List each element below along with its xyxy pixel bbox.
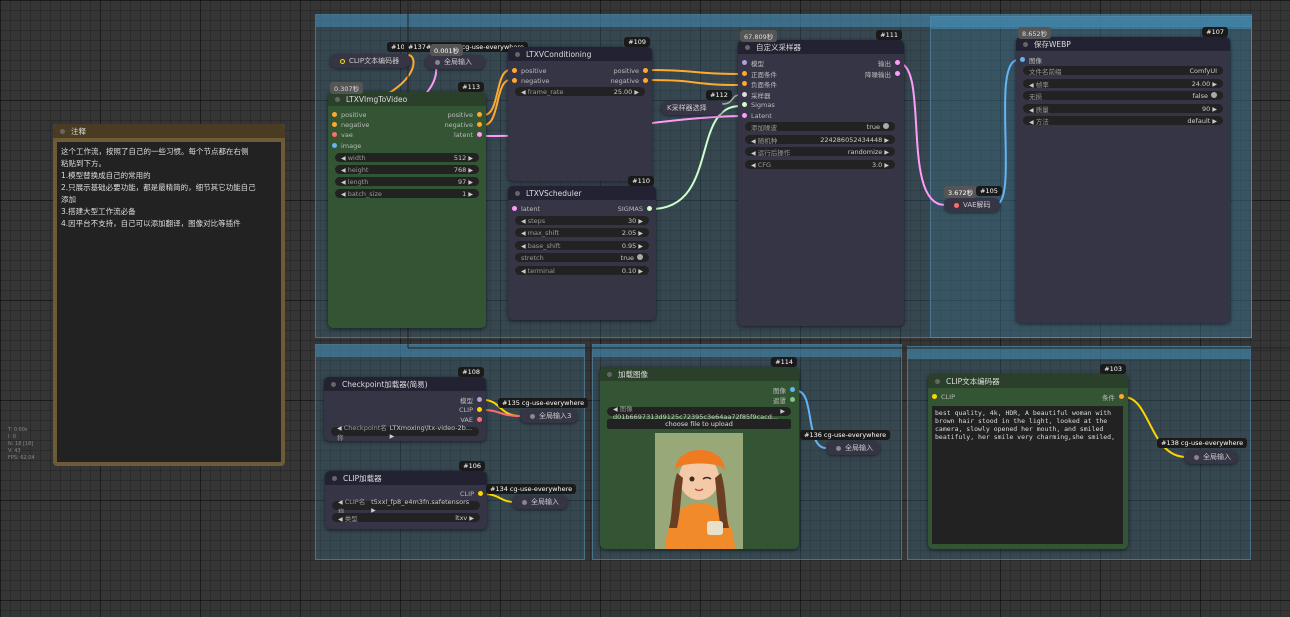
output-conditioning[interactable]: 条件	[1102, 392, 1128, 402]
note-node[interactable]: 注释 这个工作流，按照了自己的一些习惯。每个节点都在右侧 粘贴到下方。 1.模型…	[53, 124, 285, 466]
input-positive[interactable]: positive	[508, 66, 547, 75]
preview-image	[655, 433, 743, 549]
output-output[interactable]: 输出	[878, 58, 904, 68]
node-135-global-input[interactable]: 全局输入3	[520, 409, 578, 423]
node-107-save-webp[interactable]: 8.652秒 #107 保存WEBP 图像 文件名前缀 ComfyUI ◀ 帧率 2…	[1016, 27, 1230, 323]
node-134-label: #134 cg-use-everywhere	[486, 484, 577, 494]
node-109-ltxv-conditioning[interactable]: #109 LTXVConditioning positive negative …	[508, 37, 653, 181]
widget-base-shift[interactable]: ◀ base_shift 0.95 ▶	[515, 241, 649, 250]
widget-length[interactable]: ◀ length 97 ▶	[335, 177, 479, 186]
note-title: 注释	[71, 126, 86, 136]
widget-control-after[interactable]: ◀ 运行后操作 randomize ▶	[745, 147, 895, 157]
widget-height[interactable]: ◀ height 768 ▶	[335, 165, 479, 174]
node-111-custom-sampler[interactable]: 67.809秒 #111 自定义采样器 模型 正面条件 负面条件 采样器 Sig…	[738, 30, 904, 326]
node-112-id: #112	[706, 90, 732, 100]
widget-fps[interactable]: ◀ 帧率 24.00 ▶	[1023, 79, 1223, 89]
output-negative[interactable]: negative	[445, 120, 486, 129]
widget-clip-name[interactable]: ◀ CLIP名称 t5xxl_fp8_e4m3fn.safetensors ▶	[332, 498, 480, 516]
node-113-ltxv-img-to-video[interactable]: 0.307秒 #113 LTXVImgToVideo positive nega…	[328, 82, 487, 328]
input-image[interactable]: image	[328, 141, 361, 150]
widget-ckpt-name[interactable]: ◀ Checkpoint名称 LTXmoxing\ltx-video-2b... …	[331, 424, 479, 442]
node-138-global-input[interactable]: 全局输入	[1184, 450, 1238, 464]
output-negative[interactable]: negative	[611, 76, 652, 85]
node-113-title: LTXVImgToVideo	[346, 94, 408, 104]
input-clip[interactable]: CLIP	[928, 392, 955, 401]
widget-steps[interactable]: ◀ steps 30 ▶	[515, 216, 649, 225]
node-137-time: 0.001秒	[430, 44, 464, 56]
widget-terminal[interactable]: ◀ terminal 0.10 ▶	[515, 266, 649, 275]
output-positive[interactable]: positive	[614, 66, 653, 75]
widget-add-noise[interactable]: 添加噪波 true	[745, 122, 895, 132]
output-sigmas[interactable]: SIGMAS	[618, 204, 656, 213]
input-vae[interactable]: vae	[328, 130, 353, 139]
widget-stretch[interactable]: stretch true	[515, 253, 649, 262]
input-negative[interactable]: 负面条件	[738, 79, 777, 89]
widget-cfg[interactable]: ◀ CFG 3.0 ▶	[745, 160, 895, 169]
widget-method[interactable]: ◀ 方法 default ▶	[1023, 116, 1223, 126]
node-108-checkpoint-loader[interactable]: #108 Checkpoint加载器(简易) 模型 CLIP VAE ◀ Che…	[324, 367, 486, 442]
widget-batch-size[interactable]: ◀ batch_size 1 ▶	[335, 189, 479, 198]
note-text[interactable]: 这个工作流，按照了自己的一些习惯。每个节点都在右侧 粘贴到下方。 1.模型替换成…	[57, 142, 281, 462]
output-denoised[interactable]: 降噪输出	[865, 69, 904, 79]
widget-width[interactable]: ◀ width 512 ▶	[335, 153, 479, 162]
input-image[interactable]: 图像	[1016, 55, 1042, 65]
prompt-textarea[interactable]: best quality, 4k, HDR, A beautiful woman…	[932, 406, 1123, 544]
node-135-label: #135 cg-use-everywhere	[498, 398, 589, 408]
widget-type[interactable]: ◀ 类型 ltxv ▶	[332, 513, 480, 523]
widget-max-shift[interactable]: ◀ max_shift 2.05 ▶	[515, 228, 649, 237]
input-positive[interactable]: positive	[328, 110, 367, 119]
widget-quality[interactable]: ◀ 质量 90 ▶	[1023, 104, 1223, 114]
node-138-label: #138 cg-use-everywhere	[1157, 438, 1248, 448]
node-106-clip-loader[interactable]: #106 CLIP加载器 CLIP ◀ CLIP名称 t5xxl_fp8_e4m3…	[325, 461, 487, 529]
input-positive[interactable]: 正面条件	[738, 69, 777, 79]
output-latent[interactable]: latent	[454, 130, 486, 139]
input-model[interactable]: 模型	[738, 58, 764, 68]
output-clip[interactable]: CLIP	[459, 405, 486, 414]
output-model[interactable]: 模型	[460, 395, 486, 405]
node-105-time: 3.672秒	[944, 186, 978, 198]
node-134-global-input[interactable]: 全局输入	[512, 495, 568, 509]
widget-frame-rate[interactable]: ◀ frame_rate 25.00 ▶	[515, 87, 645, 96]
node-105-id: #105	[976, 186, 1002, 196]
node-112-ksampler-select[interactable]: K采样器选择	[661, 101, 723, 115]
node-110-ltxv-scheduler[interactable]: #110 LTXVScheduler latent SIGMAS ◀ steps…	[508, 176, 656, 320]
input-sampler[interactable]: 采样器	[738, 90, 771, 100]
node-136-global-input[interactable]: 全局输入	[826, 441, 880, 455]
input-negative[interactable]: negative	[508, 76, 549, 85]
output-image[interactable]: 图像	[773, 385, 799, 395]
node-137-global-input[interactable]: 全局输入	[425, 55, 485, 69]
input-latent[interactable]: latent	[508, 204, 540, 213]
node-103-clip-text-encode[interactable]: #103 CLIP文本编码器 CLIP 条件 best quality, 4k,…	[928, 364, 1128, 549]
output-positive[interactable]: positive	[448, 110, 487, 119]
widget-filename-prefix[interactable]: 文件名前缀 ComfyUI	[1023, 66, 1223, 76]
perf-info: T: 0.00s I: 0 N: 18 [18] V: 43 FPS: 62.04	[8, 427, 35, 461]
input-sigmas[interactable]: Sigmas	[738, 100, 775, 109]
input-latent[interactable]: Latent	[738, 111, 772, 120]
upload-button[interactable]: choose file to upload	[607, 419, 791, 429]
input-negative[interactable]: negative	[328, 120, 369, 129]
node-104-clip-text-encode[interactable]: CLIP文本编码器	[330, 54, 410, 68]
widget-lossless[interactable]: 无损 false	[1023, 91, 1223, 101]
widget-seed[interactable]: ◀ 随机种 224286052434448 ▶	[745, 135, 895, 145]
node-105-vae-decode[interactable]: VAE解码	[944, 198, 1000, 212]
node-136-label: #136 cg-use-everywhere	[800, 430, 891, 440]
widget-image-file[interactable]: ◀ 图像 d01b6697313d9125c72395c3e64aa72f85f…	[607, 405, 791, 421]
